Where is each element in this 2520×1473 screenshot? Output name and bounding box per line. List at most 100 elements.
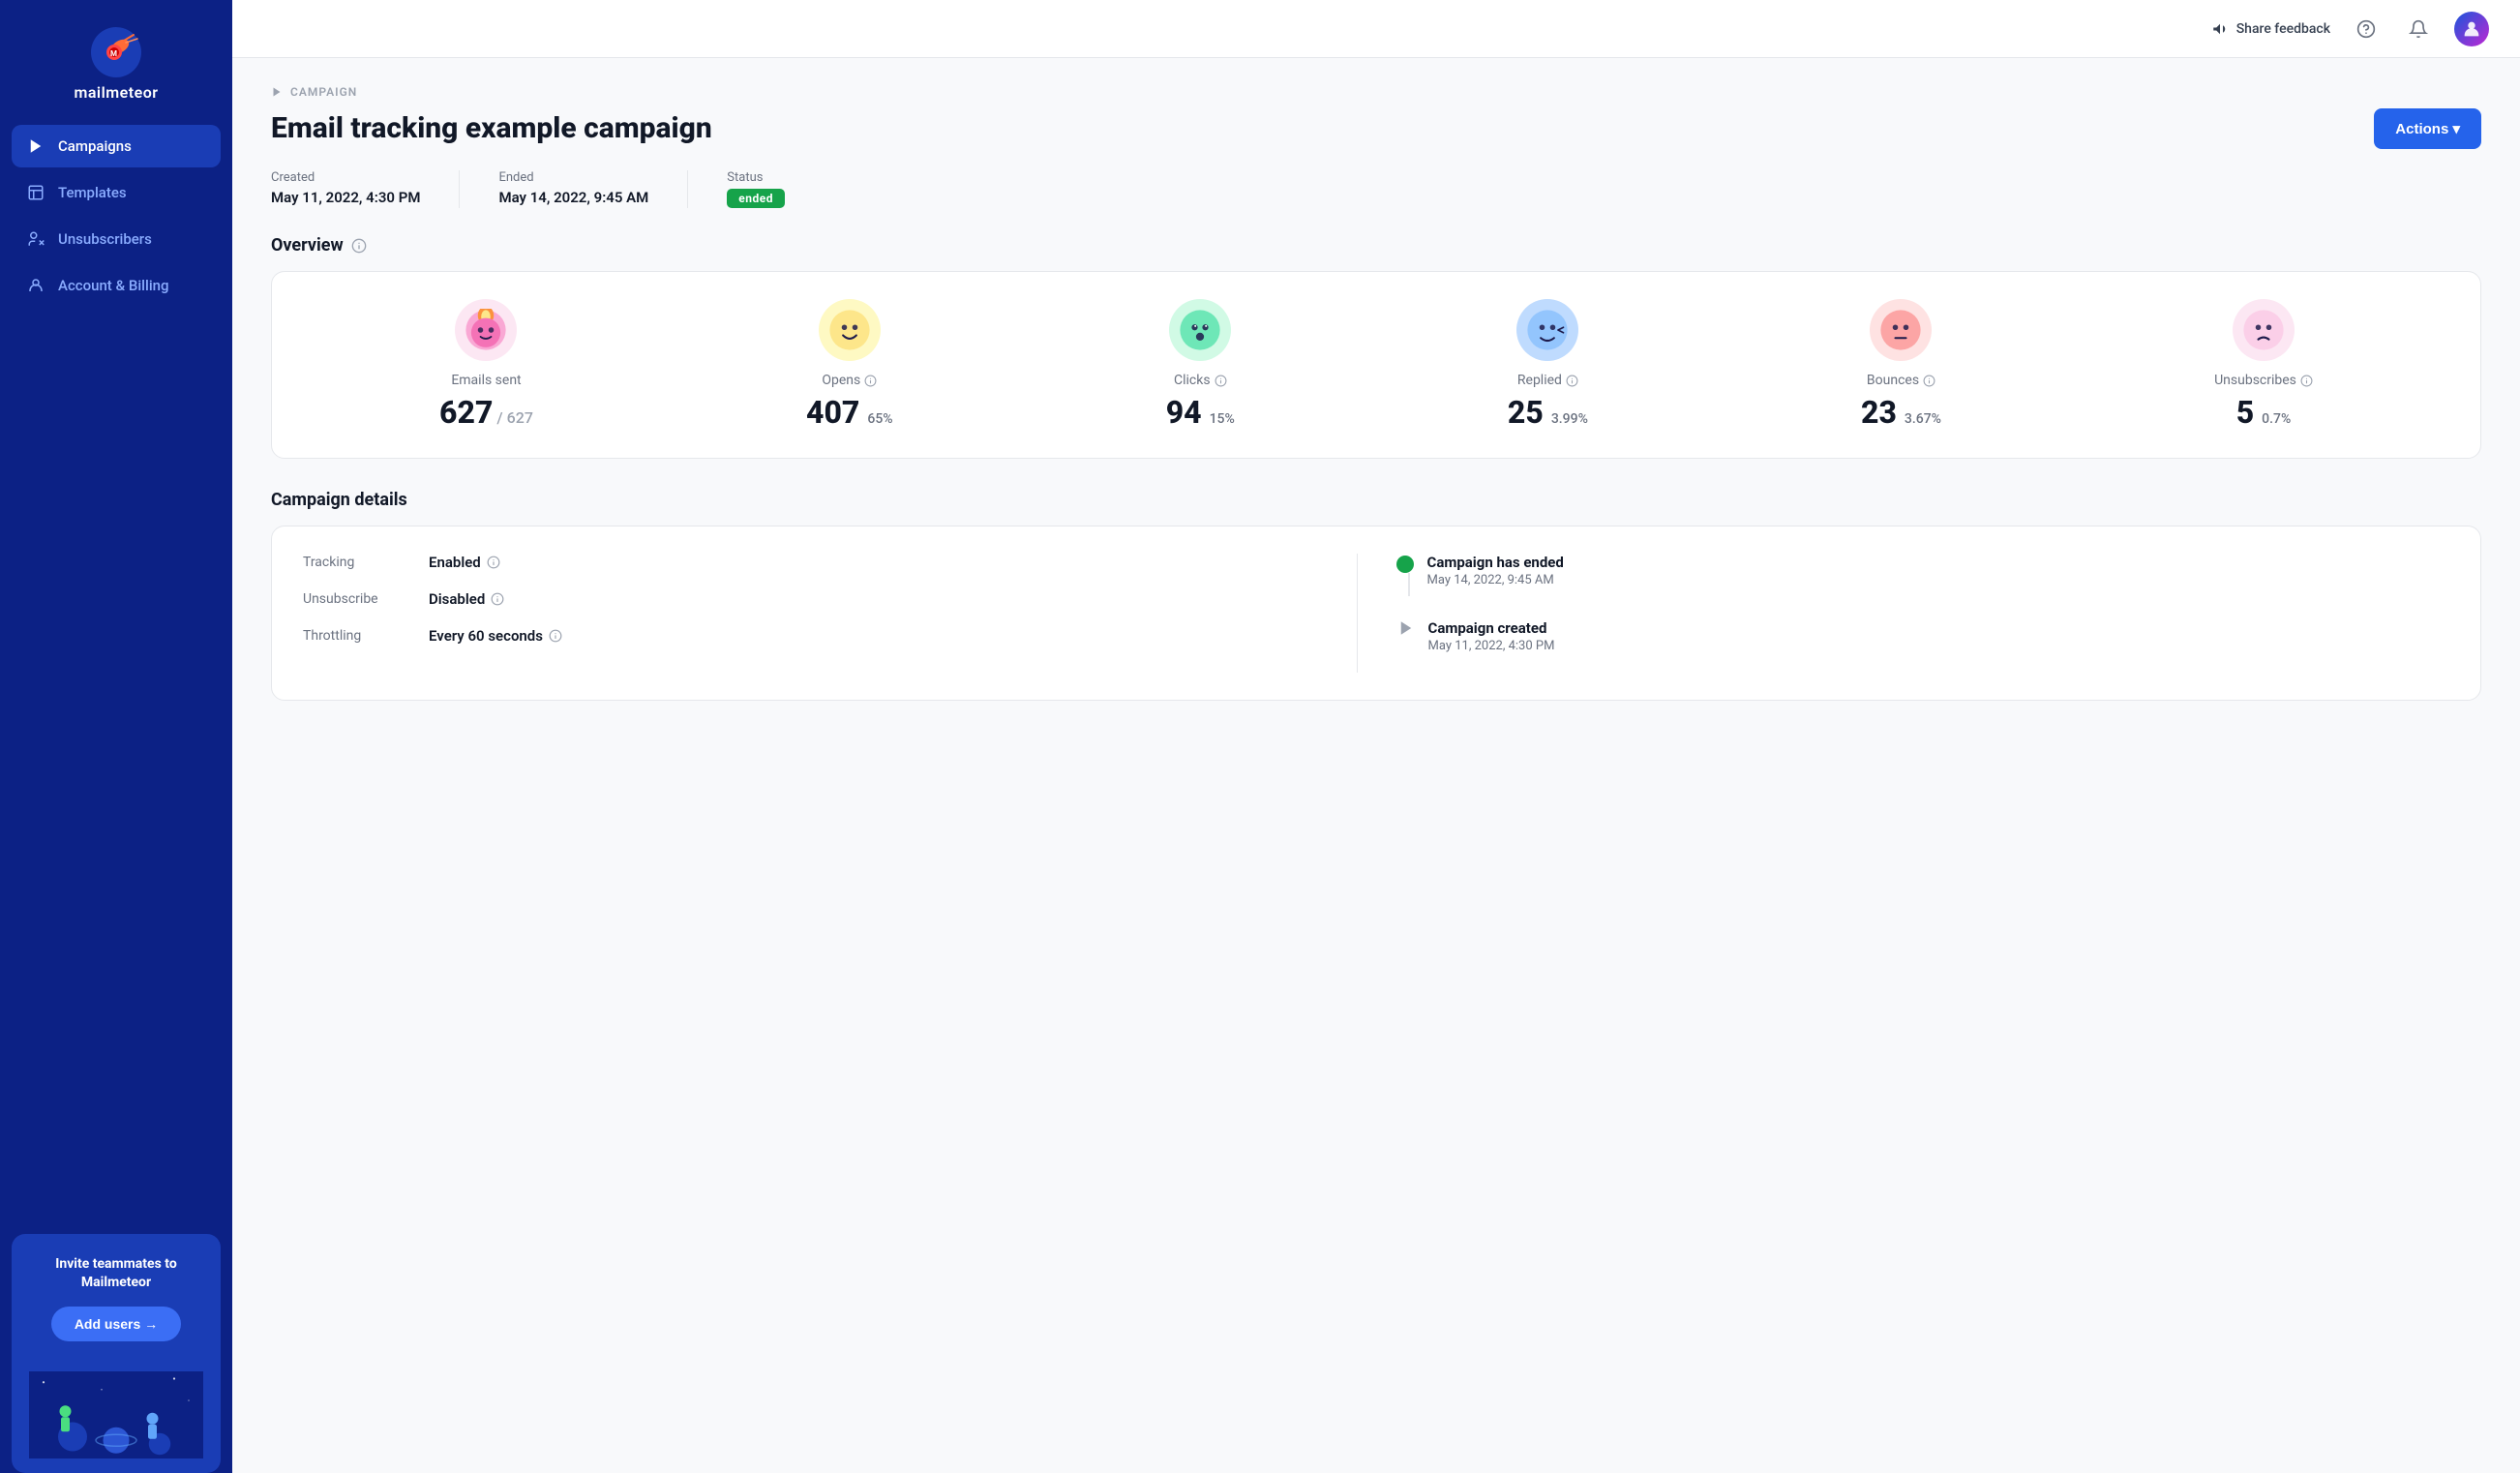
- help-icon: [2356, 19, 2376, 39]
- stat-unsubscribes-value: 5: [2236, 394, 2254, 431]
- account-icon: [27, 277, 45, 294]
- detail-tracking-label: Tracking: [303, 555, 429, 570]
- stat-clicks-pct: 15%: [1210, 411, 1235, 427]
- bell-icon: [2409, 19, 2428, 39]
- stat-unsubscribes-label: Unsubscribes: [2214, 373, 2313, 388]
- stat-replied-emoji: [1516, 299, 1578, 361]
- user-avatar[interactable]: [2454, 12, 2489, 46]
- page-title: Email tracking example campaign: [271, 111, 712, 146]
- sidebar-item-campaigns[interactable]: Campaigns: [12, 125, 221, 167]
- stat-opens-label: Opens: [822, 373, 877, 388]
- help-button[interactable]: [2350, 13, 2383, 45]
- timeline-line: [1408, 573, 1410, 596]
- avatar-icon: [2461, 18, 2482, 40]
- timeline-ended-title: Campaign has ended: [1427, 554, 1564, 571]
- sidebar-logo: M mailmeteor: [0, 0, 232, 125]
- detail-tracking: Tracking Enabled: [303, 554, 1357, 571]
- breadcrumb-text: CAMPAIGN: [290, 85, 357, 99]
- stat-emails-sent-emoji: [455, 299, 517, 361]
- stat-clicks-label: Clicks: [1174, 373, 1227, 388]
- page-title-row: Email tracking example campaign Actions …: [271, 108, 2481, 149]
- stat-emails-sent: Emails sent 627 / 627: [439, 299, 533, 431]
- overview-section-title: Overview: [271, 235, 2481, 256]
- stat-emails-sent-label: Emails sent: [451, 373, 521, 388]
- timeline-ended-date: May 14, 2022, 9:45 AM: [1427, 573, 1564, 587]
- timeline-created-date: May 11, 2022, 4:30 PM: [1428, 639, 1555, 653]
- clicks-info-icon: [1215, 375, 1227, 387]
- sidebar-item-templates[interactable]: Templates: [12, 171, 221, 214]
- details-section-title: Campaign details: [271, 490, 2481, 510]
- timeline-content-ended: Campaign has ended May 14, 2022, 9:45 AM: [1427, 554, 1564, 587]
- add-users-button[interactable]: Add users →: [51, 1307, 181, 1341]
- throttling-info-icon: [549, 629, 562, 643]
- logo-name: mailmeteor: [74, 83, 158, 102]
- unsubscribes-face: [2242, 309, 2285, 351]
- meta-ended-label: Ended: [498, 170, 648, 185]
- timeline-item-ended: Campaign has ended May 14, 2022, 9:45 AM: [1396, 554, 2450, 600]
- stat-opens-pct: 65%: [867, 411, 892, 427]
- sidebar-item-unsubscribers[interactable]: Unsubscribers: [12, 218, 221, 260]
- stat-replied: Replied 25 3.99%: [1508, 299, 1588, 431]
- meta-status-label: Status: [727, 170, 785, 185]
- notifications-button[interactable]: [2402, 13, 2435, 45]
- sidebar-invite-panel: Invite teammates to Mailmeteor Add users…: [12, 1234, 221, 1473]
- sidebar-invite-title: Invite teammates to Mailmeteor: [29, 1255, 203, 1293]
- meta-row: Created May 11, 2022, 4:30 PM Ended May …: [271, 170, 2481, 208]
- timeline-dot-ended: [1396, 556, 1414, 573]
- opens-face: [828, 309, 871, 351]
- replied-face: [1526, 309, 1569, 351]
- timeline-arrow-icon: [1397, 619, 1415, 637]
- stat-opens: Opens 407 65%: [806, 299, 893, 431]
- stat-emails-sent-suffix: / 627: [496, 408, 533, 427]
- sidebar-item-unsubscribers-label: Unsubscribers: [58, 230, 152, 248]
- detail-tracking-value: Enabled: [429, 554, 500, 571]
- details-left: Tracking Enabled Unsubscribe Disabled: [303, 554, 1357, 673]
- breadcrumb: CAMPAIGN: [271, 85, 2481, 99]
- header: Share feedback: [232, 0, 2520, 58]
- bounces-info-icon: [1923, 375, 1935, 387]
- main-area: Share feedback: [232, 0, 2520, 1473]
- templates-icon: [27, 184, 45, 201]
- stat-unsubscribes-pct: 0.7%: [2262, 411, 2291, 427]
- detail-unsubscribe: Unsubscribe Disabled: [303, 590, 1357, 608]
- meta-ended: Ended May 14, 2022, 9:45 AM: [498, 170, 688, 208]
- stat-clicks: Clicks 94 15%: [1166, 299, 1235, 431]
- detail-throttling: Throttling Every 60 seconds: [303, 627, 1357, 645]
- sidebar-nav: Campaigns Templates Unsubscribers: [0, 125, 232, 307]
- share-feedback-button[interactable]: Share feedback: [2211, 20, 2330, 38]
- sidebar-illustration: [29, 1357, 203, 1473]
- overview-card: Emails sent 627 / 627 Opens: [271, 271, 2481, 459]
- tracking-info-icon: [487, 556, 500, 569]
- unsubscribers-icon: [27, 230, 45, 248]
- timeline-item-created: Campaign created May 11, 2022, 4:30 PM: [1396, 619, 2450, 653]
- details-right: Campaign has ended May 14, 2022, 9:45 AM: [1357, 554, 2450, 673]
- timeline-created-title: Campaign created: [1428, 619, 1555, 637]
- bounces-face: [1879, 309, 1922, 351]
- stat-replied-label: Replied: [1517, 373, 1578, 388]
- meta-created-label: Created: [271, 170, 420, 185]
- megaphone-icon: [2211, 20, 2229, 38]
- detail-throttling-value: Every 60 seconds: [429, 627, 562, 645]
- stat-replied-value: 25: [1508, 394, 1544, 431]
- meta-status: Status ended: [727, 170, 824, 208]
- stat-unsubscribes: Unsubscribes 5 0.7%: [2214, 299, 2313, 431]
- sidebar-item-campaigns-label: Campaigns: [58, 137, 132, 155]
- stat-unsubscribes-emoji: [2233, 299, 2295, 361]
- stat-emails-sent-value: 627: [439, 394, 493, 431]
- detail-unsubscribe-label: Unsubscribe: [303, 591, 429, 607]
- actions-button[interactable]: Actions ▾: [2374, 108, 2481, 149]
- sidebar: M mailmeteor Campaigns Templates: [0, 0, 232, 1473]
- stat-bounces-emoji: [1870, 299, 1932, 361]
- stat-bounces: Bounces 23 3.67%: [1861, 299, 1941, 431]
- stat-bounces-label: Bounces: [1867, 373, 1935, 388]
- meta-created: Created May 11, 2022, 4:30 PM: [271, 170, 460, 208]
- sidebar-item-account-billing-label: Account & Billing: [58, 277, 169, 294]
- emails-sent-face: [465, 309, 507, 351]
- replied-info-icon: [1566, 375, 1578, 387]
- stat-opens-value: 407: [806, 394, 859, 431]
- opens-info-icon: [864, 375, 877, 387]
- unsubscribes-info-icon: [2300, 375, 2313, 387]
- campaigns-icon: [27, 137, 45, 155]
- overview-info-icon: [351, 238, 367, 254]
- sidebar-item-account-billing[interactable]: Account & Billing: [12, 264, 221, 307]
